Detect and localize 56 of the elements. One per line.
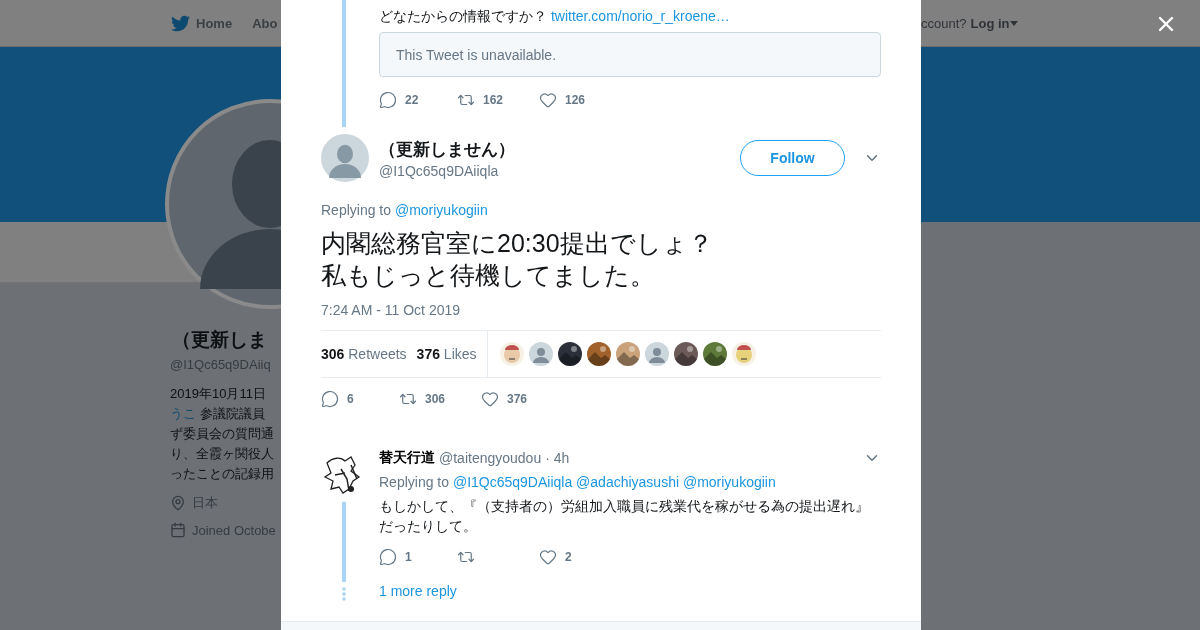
bird-icon [171, 13, 190, 33]
tweet-text: 私もじっと待機してました。 [321, 260, 656, 291]
login-prompt: ccount? [921, 15, 967, 31]
profile-name: （更新しま [172, 328, 268, 352]
url-link[interactable]: twitter.com/norio_r_kroene… [550, 8, 730, 24]
caret-icon [1009, 20, 1018, 26]
nav-link[interactable]: Home [171, 13, 233, 33]
mention-link[interactable]: @moriyukogiin [682, 474, 776, 490]
heart-icon [539, 548, 557, 566]
retweet-button[interactable]: 162 [457, 91, 539, 109]
like-button[interactable]: 2 [539, 548, 619, 566]
quoted-tweet: This Tweet is unavailable. [379, 32, 881, 77]
reply-text: もしかして、『（支持者の）労組加入職員に残業代を稼がせる為の提出遅れ』 [379, 497, 870, 516]
bio-text: ず委員会の質問通 [170, 425, 275, 443]
user-handle[interactable]: @I1Qc65q9DAiiqla [379, 162, 740, 179]
cartoon-avatar-icon[interactable] [731, 342, 756, 366]
cartoon-avatar-icon[interactable] [499, 342, 524, 366]
reply-button[interactable]: 22 [379, 91, 457, 109]
timestamp: 7:24 AM - 11 Oct 2019 [320, 302, 462, 318]
stat-link[interactable]: 306 Retweets [321, 346, 407, 362]
retweet-button[interactable]: 306 [399, 390, 481, 408]
mention-link[interactable]: @moriyukogiin [394, 202, 488, 218]
location-icon [170, 495, 186, 511]
avatar-icon[interactable] [321, 134, 369, 182]
replying-text: Replying to @moriyukogiin [320, 201, 489, 219]
bio-text: 2019年10月11日 [170, 385, 267, 403]
tweet-text: 内閣総務官室に20:30提出でしょ？ [321, 228, 714, 259]
heart-icon [481, 390, 499, 408]
user-name[interactable]: （更新しません） [379, 137, 740, 161]
heart-icon [539, 91, 557, 109]
reply-button[interactable]: 1 [379, 548, 457, 566]
user-handle[interactable]: @taitengyoudou [439, 450, 542, 466]
stat-link[interactable]: 376 Likes [416, 346, 477, 362]
bio-text: うこ 参議院議員 [170, 405, 266, 423]
like-button[interactable]: 376 [481, 390, 561, 408]
thread-dots-icon [342, 587, 346, 601]
tweet-time: · 4h [545, 450, 570, 466]
follow-button[interactable]: Follow [740, 140, 845, 176]
reply-text: だったりして。 [379, 517, 478, 536]
mention-link[interactable]: @I1Qc65q9DAiiqla [452, 474, 573, 490]
login-link[interactable]: Log in [970, 15, 1018, 31]
nav-link[interactable]: Abo [252, 15, 278, 31]
tweet-text: どなたからの情報ですか？ twitter.com/norio_r_kroene… [379, 7, 731, 26]
user-name[interactable]: 替天行道 [379, 449, 435, 467]
reply-icon [321, 390, 339, 408]
reply-button[interactable]: 6 [321, 390, 399, 408]
like-button[interactable]: 126 [539, 91, 619, 109]
profile-handle: @I1Qc65q9DAiiq [170, 357, 272, 372]
bio-text: り、全霞ヶ関役人 [170, 445, 275, 463]
reply-icon [379, 548, 397, 566]
bio-text: ったことの記録用 [170, 465, 275, 483]
replying-text: Replying to @I1Qc65q9DAiiqla @adachiyasushi @moriyukogiin [379, 473, 777, 491]
more-replies-link[interactable]: 1 more reply [379, 583, 881, 599]
calendar-icon [170, 522, 186, 538]
reply-icon [379, 91, 397, 109]
mention-link[interactable]: @adachiyasushi [576, 474, 680, 490]
